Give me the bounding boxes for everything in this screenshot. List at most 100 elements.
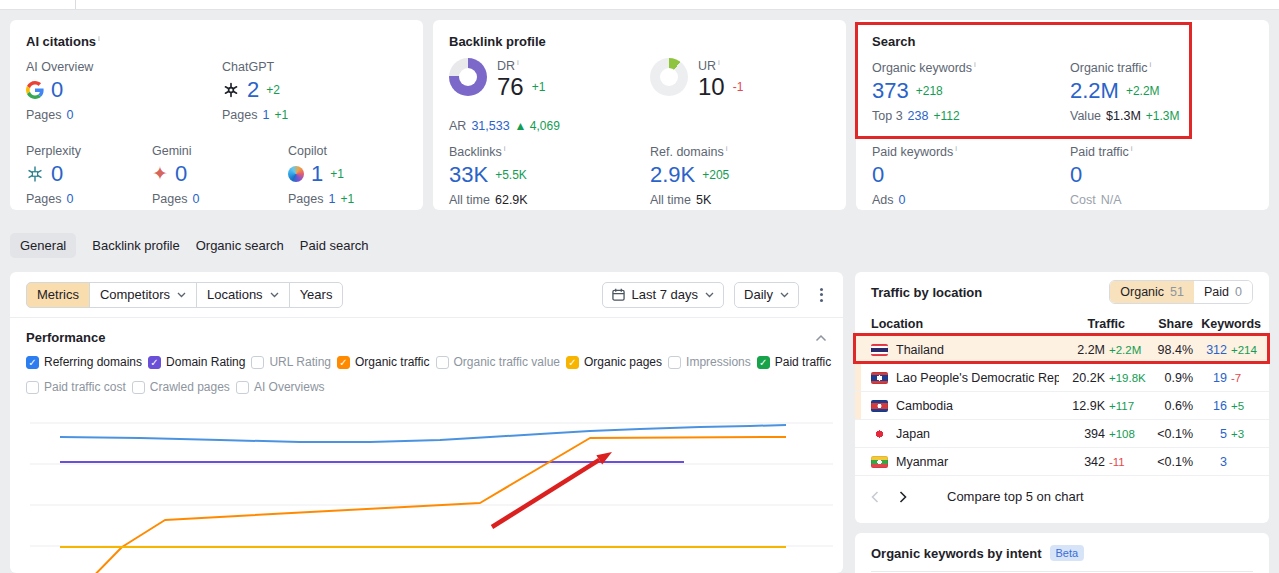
organic-keywords-value[interactable]: 373 xyxy=(872,78,909,104)
checkbox-domain-rating[interactable]: ✓Domain Rating xyxy=(148,355,245,369)
top3-value[interactable]: 238 xyxy=(908,109,929,123)
ai-citations-card: AI citationsi AI Overview 0 Pages0 ChatG… xyxy=(10,20,423,210)
metric-ai-overview: AI Overview 0 Pages0 xyxy=(26,60,93,122)
info-icon[interactable]: i xyxy=(1150,60,1152,69)
ur-donut-chart xyxy=(650,58,688,96)
filter-locations[interactable]: Locations xyxy=(196,282,290,308)
organic-traffic-value[interactable]: 2.2M xyxy=(1070,78,1119,104)
info-icon[interactable]: i xyxy=(517,58,519,67)
chevron-down-icon xyxy=(177,292,186,298)
tab-organic-search[interactable]: Organic search xyxy=(196,233,284,258)
dr-value: 76 xyxy=(497,73,524,101)
granularity-button[interactable]: Daily xyxy=(734,282,799,308)
prev-page-button[interactable] xyxy=(871,491,899,503)
ar-value[interactable]: 31,533 xyxy=(471,119,509,133)
metric-chatgpt: ChatGPT 2 +2 Pages1+1 xyxy=(222,60,288,122)
checkbox-organic-traffic-value[interactable]: Organic traffic value xyxy=(436,355,561,369)
paid-keywords-value[interactable]: 0 xyxy=(872,162,884,188)
location-table-header: Location Traffic Share Keywords xyxy=(855,312,1269,336)
info-icon[interactable]: i xyxy=(718,58,720,67)
filter-years[interactable]: Years xyxy=(289,282,344,308)
checkbox-crawled-pages[interactable]: Crawled pages xyxy=(132,380,230,394)
chatgpt-icon xyxy=(222,81,240,99)
divider xyxy=(871,571,1253,572)
pages-value[interactable]: 1 xyxy=(262,108,269,122)
next-page-button[interactable] xyxy=(899,491,927,503)
tab-backlink-profile[interactable]: Backlink profile xyxy=(92,233,179,258)
compare-top5-link[interactable]: Compare top 5 on chart xyxy=(947,489,1084,504)
date-range-button[interactable]: Last 7 days xyxy=(602,282,725,308)
checkbox-referring-domains[interactable]: ✓Referring domains xyxy=(26,355,142,369)
traffic-by-location-title: Traffic by location xyxy=(871,285,982,300)
metric-paid-keywords: Paid keywordsi 0 Ads0 xyxy=(872,144,957,207)
gemini-value[interactable]: 0 xyxy=(175,161,187,187)
performance-chart-area[interactable] xyxy=(10,400,843,573)
info-icon[interactable]: i xyxy=(974,60,976,69)
keywords-by-intent-title: Organic keywords by intent xyxy=(871,546,1042,561)
checkbox-url-rating[interactable]: URL Rating xyxy=(251,355,331,369)
metric-perplexity: Perplexity 0 Pages0 xyxy=(26,144,81,206)
location-row-thailand[interactable]: Thailand 2.2M+2.2M 98.4% 312+214 xyxy=(855,336,1269,364)
filter-competitors[interactable]: Competitors xyxy=(89,282,197,308)
search-title: Search xyxy=(872,34,915,49)
backlink-profile-card: Backlink profile DRi 76+1 AR 31,533 ▲ 4,… xyxy=(433,20,846,210)
collapse-section-button[interactable] xyxy=(815,330,827,345)
copilot-value[interactable]: 1 xyxy=(311,161,323,187)
info-icon[interactable]: i xyxy=(726,144,728,153)
header-divider xyxy=(75,0,76,9)
tab-general[interactable]: General xyxy=(10,233,76,258)
laos-flag-icon xyxy=(871,372,888,384)
backlinks-value[interactable]: 33K xyxy=(449,162,488,188)
more-options-button[interactable] xyxy=(813,285,829,305)
location-row-cambodia[interactable]: Cambodia 12.9K+117 0.6% 16+5 xyxy=(855,392,1269,420)
ur-value: 10 xyxy=(698,73,725,101)
location-row-japan[interactable]: Japan 394+108 <0.1% 5+3 xyxy=(855,420,1269,448)
ai-citations-title: AI citationsi xyxy=(26,34,100,49)
toggle-organic[interactable]: Organic51 xyxy=(1110,281,1194,303)
pages-value[interactable]: 0 xyxy=(66,108,73,122)
metric-gemini: Gemini ✦ 0 Pages0 xyxy=(152,144,204,206)
location-row-laos[interactable]: Lao People's Democratic Reput 20.2K+19.8… xyxy=(855,364,1269,392)
perplexity-icon xyxy=(26,165,44,183)
paid-traffic-value[interactable]: 0 xyxy=(1070,162,1082,188)
ai-overview-value[interactable]: 0 xyxy=(51,77,63,103)
pages-value[interactable]: 1 xyxy=(328,192,335,206)
info-icon[interactable]: i xyxy=(504,144,506,153)
tab-paid-search[interactable]: Paid search xyxy=(300,233,369,258)
checkbox-impressions[interactable]: Impressions xyxy=(668,355,751,369)
checkbox-organic-pages[interactable]: ✓Organic pages xyxy=(566,355,662,369)
chevron-down-icon xyxy=(705,292,714,298)
ref-domains-value[interactable]: 2.9K xyxy=(650,162,695,188)
checkbox-paid-traffic-cost[interactable]: Paid traffic cost xyxy=(26,380,126,394)
checkbox-paid-traffic[interactable]: ✓Paid traffic xyxy=(757,355,831,369)
pages-value[interactable]: 0 xyxy=(192,192,199,206)
metric-copilot: Copilot 1 +1 Pages1+1 xyxy=(288,144,354,206)
filter-metrics[interactable]: Metrics xyxy=(26,282,90,308)
chevron-down-icon xyxy=(270,292,279,298)
pages-value[interactable]: 0 xyxy=(66,192,73,206)
thailand-flag-icon xyxy=(871,344,888,356)
ads-value[interactable]: 0 xyxy=(899,193,906,207)
search-card: Search Organic keywordsi 373+218 Top 323… xyxy=(856,20,1269,210)
chevron-down-icon xyxy=(780,292,789,298)
traffic-by-location-panel: Traffic by location Organic51 Paid0 Loca… xyxy=(855,272,1269,523)
toggle-paid[interactable]: Paid0 xyxy=(1194,281,1252,303)
google-icon xyxy=(26,81,44,99)
chart-controls: Metrics Competitors Locations Years Last… xyxy=(10,272,843,318)
performance-chart xyxy=(10,400,843,573)
info-icon[interactable]: i xyxy=(1131,144,1133,153)
filter-group: Metrics Competitors Locations Years xyxy=(26,282,343,308)
performance-panel: Metrics Competitors Locations Years Last… xyxy=(10,272,843,573)
chatgpt-value[interactable]: 2 xyxy=(247,77,259,103)
organic-paid-toggle: Organic51 Paid0 xyxy=(1109,280,1253,304)
checkbox-organic-traffic[interactable]: ✓Organic traffic xyxy=(337,355,429,369)
perplexity-value[interactable]: 0 xyxy=(51,161,63,187)
cambodia-flag-icon xyxy=(871,400,888,412)
dr-donut-chart xyxy=(449,58,487,96)
location-row-myanmar[interactable]: Myanmar 342-11 <0.1% 3 xyxy=(855,448,1269,476)
japan-flag-icon xyxy=(871,428,888,440)
checkbox-ai-overviews[interactable]: AI Overviews xyxy=(236,380,325,394)
info-icon[interactable]: i xyxy=(98,34,100,43)
calendar-icon xyxy=(612,288,625,301)
info-icon[interactable]: i xyxy=(955,144,957,153)
